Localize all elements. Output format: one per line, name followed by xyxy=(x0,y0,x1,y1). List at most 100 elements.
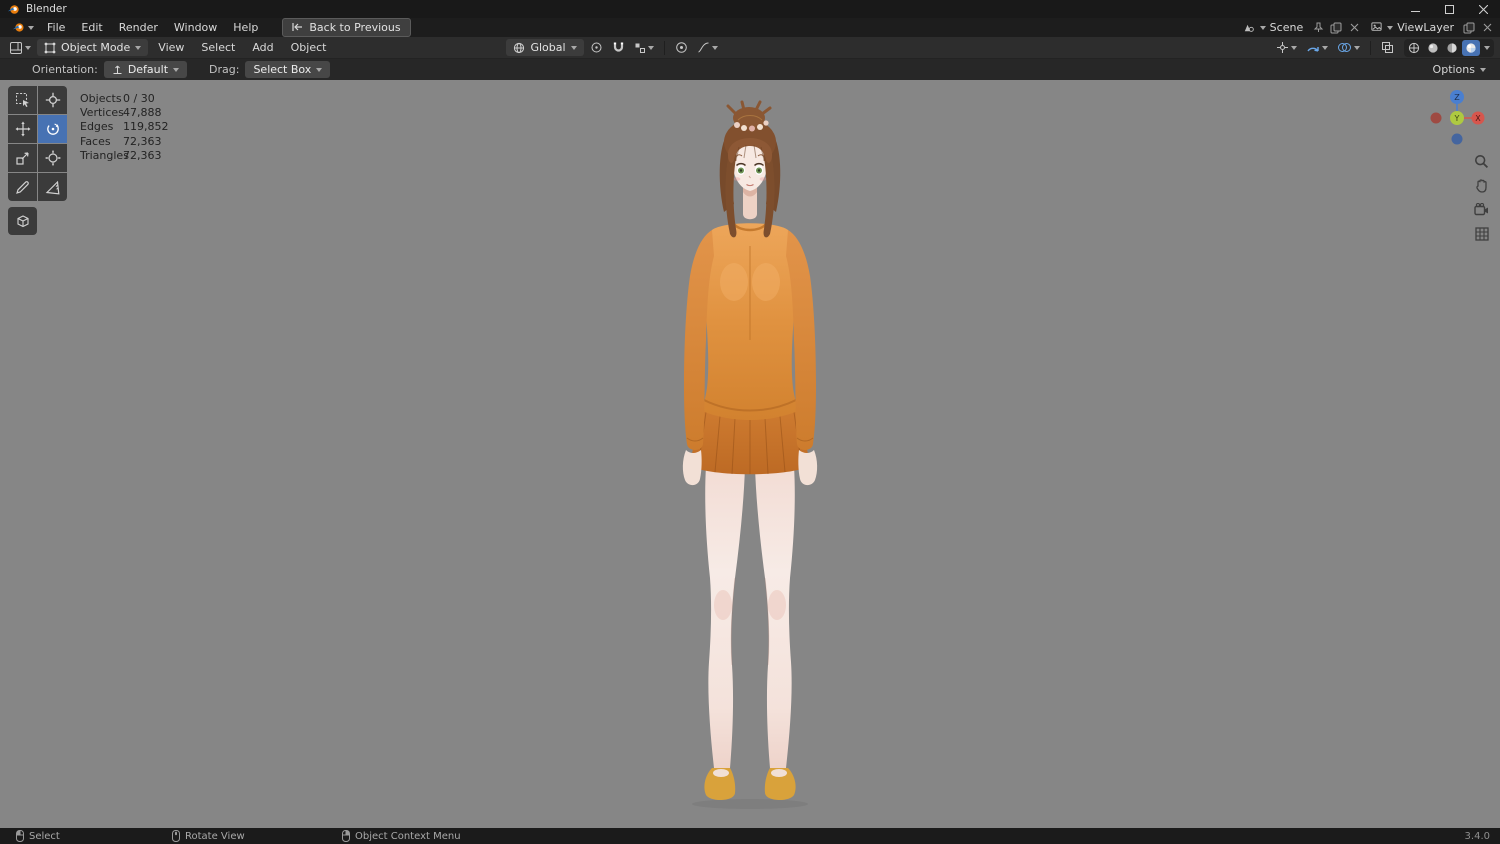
transform-orientation-dropdown[interactable]: Global xyxy=(506,39,584,56)
tool-scale[interactable] xyxy=(8,144,37,172)
maximize-button[interactable] xyxy=(1432,0,1466,18)
3d-viewport[interactable]: Objects 0 / 30 Vertices 47,888 Edges 119… xyxy=(0,80,1500,828)
menu-object[interactable]: Object xyxy=(284,39,334,56)
scene-selector[interactable]: Scene xyxy=(1238,20,1308,36)
tool-measure[interactable] xyxy=(38,173,67,201)
menu-file[interactable]: File xyxy=(39,19,73,36)
tool-select-box[interactable] xyxy=(8,86,37,114)
proportional-falloff-dropdown[interactable] xyxy=(694,39,721,56)
chevron-down-icon xyxy=(1484,45,1490,50)
proportional-editing-button[interactable] xyxy=(672,39,691,56)
chevron-down-icon xyxy=(1259,25,1266,30)
remove-viewlayer-icon[interactable] xyxy=(1480,21,1494,35)
viewlayer-icon xyxy=(1369,21,1383,35)
mouse-middle-icon xyxy=(172,830,180,842)
snap-settings-dropdown[interactable] xyxy=(631,40,657,56)
blender-logo-icon xyxy=(6,2,20,16)
status-rotate-view: Rotate View xyxy=(172,828,245,844)
shading-solid-button[interactable] xyxy=(1424,40,1442,56)
chevron-down-icon xyxy=(316,67,323,72)
new-scene-icon[interactable] xyxy=(1329,21,1343,35)
snap-magnet-button[interactable] xyxy=(609,39,628,56)
gizmo-x-axis[interactable]: X xyxy=(1475,114,1481,123)
chevron-down-icon xyxy=(711,45,718,50)
divider xyxy=(663,40,665,55)
status-context-menu: Object Context Menu xyxy=(342,828,461,844)
blender-menu-icon xyxy=(11,21,25,35)
gizmo-z-axis[interactable]: Z xyxy=(1454,93,1460,102)
zoom-icon[interactable] xyxy=(1472,152,1491,171)
orientation-setting-value: Default xyxy=(127,63,169,76)
menu-help[interactable]: Help xyxy=(225,19,266,36)
shading-material-button[interactable] xyxy=(1443,40,1461,56)
menu-select[interactable]: Select xyxy=(194,39,242,56)
gizmo-negative-z-axis[interactable] xyxy=(1451,133,1463,145)
gizmo-y-axis[interactable]: Y xyxy=(1454,114,1460,123)
tool-cursor[interactable] xyxy=(38,86,67,114)
status-select-label: Select xyxy=(29,830,60,842)
navigation-gizmo[interactable]: Z X Y xyxy=(1427,88,1487,148)
stat-vertices: Vertices 47,888 xyxy=(80,106,169,120)
app-menu-button[interactable] xyxy=(6,21,39,35)
toolbar xyxy=(8,86,67,235)
back-arrow-icon xyxy=(290,20,304,34)
stat-label: Edges xyxy=(80,120,114,134)
menu-window[interactable]: Window xyxy=(166,19,225,36)
tool-add-cube[interactable] xyxy=(8,207,37,235)
unlink-scene-icon[interactable] xyxy=(1347,21,1361,35)
stat-label: Triangles xyxy=(80,148,129,162)
overlay-circles-toggle[interactable] xyxy=(1334,39,1363,56)
chevron-down-icon xyxy=(1480,67,1486,72)
tool-annotate[interactable] xyxy=(8,173,37,201)
divider xyxy=(1370,40,1371,55)
chevron-down-icon xyxy=(173,67,180,72)
menu-add[interactable]: Add xyxy=(245,39,280,56)
shading-rendered-button[interactable] xyxy=(1462,39,1480,56)
editor-type-button[interactable] xyxy=(6,39,34,57)
chevron-down-icon xyxy=(1387,25,1394,30)
stat-label: Objects xyxy=(80,92,122,105)
menubar: File Edit Render Window Help Back to Pre… xyxy=(0,18,1500,37)
tool-move[interactable] xyxy=(8,115,37,143)
window-controls xyxy=(1398,0,1500,18)
toggle-xray-button[interactable] xyxy=(1378,39,1397,56)
chevron-down-icon xyxy=(25,45,31,50)
drag-setting-dropdown[interactable]: Select Box xyxy=(245,61,331,78)
character-model[interactable] xyxy=(640,100,860,812)
menu-edit[interactable]: Edit xyxy=(73,19,110,36)
mouse-left-icon xyxy=(16,830,24,842)
pin-icon[interactable] xyxy=(1311,21,1325,35)
show-overlays-toggle[interactable] xyxy=(1303,39,1331,56)
version-label: 3.4.0 xyxy=(1464,830,1490,842)
chevron-down-icon xyxy=(1354,45,1360,50)
minimize-button[interactable] xyxy=(1398,0,1432,18)
tool-transform[interactable] xyxy=(38,144,67,172)
viewport-controls xyxy=(1472,152,1491,243)
menu-view[interactable]: View xyxy=(151,39,191,56)
viewlayer-selector[interactable]: ViewLayer xyxy=(1365,20,1458,36)
mode-dropdown[interactable]: Object Mode xyxy=(37,39,149,56)
options-dropdown[interactable]: Options xyxy=(1433,63,1490,76)
tool-settings-bar: Orientation: Default Drag: Select Box Op… xyxy=(0,59,1500,80)
camera-view-icon[interactable] xyxy=(1472,200,1491,219)
options-label: Options xyxy=(1432,63,1475,76)
back-to-previous-label: Back to Previous xyxy=(309,20,401,34)
orientation-setting-dropdown[interactable]: Default xyxy=(103,61,188,78)
app-title: Blender xyxy=(26,3,67,15)
stat-value: 119,852 xyxy=(123,120,169,134)
menu-render[interactable]: Render xyxy=(111,19,166,36)
chevron-down-icon xyxy=(570,45,577,50)
snap-target-button[interactable] xyxy=(587,39,606,56)
chevron-down-icon xyxy=(1291,45,1297,50)
menubar-right: Scene ViewLayer xyxy=(1238,20,1494,36)
tool-rotate[interactable] xyxy=(38,115,67,143)
statusbar: Select Rotate View Object Context Menu 3… xyxy=(0,828,1500,844)
gizmo-negative-x-axis[interactable] xyxy=(1430,112,1442,124)
close-button[interactable] xyxy=(1466,0,1500,18)
toggle-ortho-grid-icon[interactable] xyxy=(1472,224,1491,243)
pan-hand-icon[interactable] xyxy=(1472,176,1491,195)
show-gizmo-toggle[interactable] xyxy=(1273,39,1300,56)
back-to-previous-button[interactable]: Back to Previous xyxy=(282,18,411,37)
new-viewlayer-icon[interactable] xyxy=(1462,21,1476,35)
shading-wireframe-button[interactable] xyxy=(1405,40,1423,56)
